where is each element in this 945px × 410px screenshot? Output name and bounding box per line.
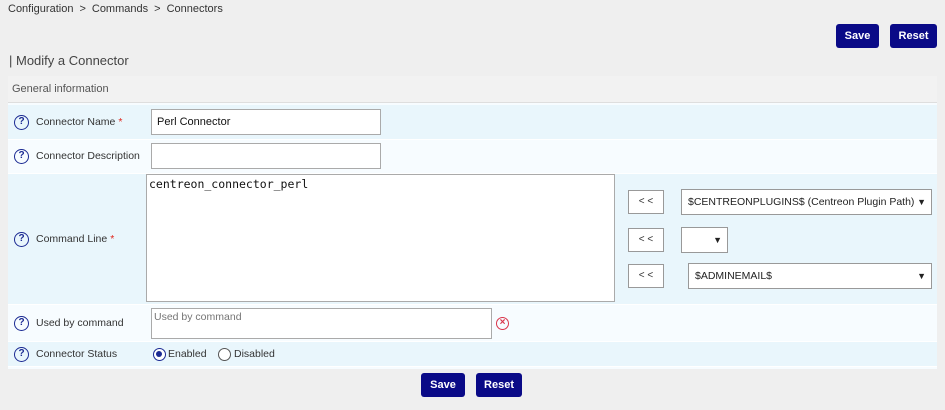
used-by-command-input[interactable] [151, 308, 492, 339]
status-disabled-radio[interactable] [218, 348, 231, 361]
connector-description-input[interactable] [151, 143, 381, 169]
required-mark: * [110, 233, 115, 245]
connector-name-label: Connector Name * [36, 116, 123, 128]
row-command-line: ? Command Line * centreon_connector_perl … [8, 174, 937, 305]
macro-select-1-value: $CENTREONPLUGINS$ (Centreon Plugin Path) [688, 196, 915, 208]
breadcrumb-separator: > [79, 3, 86, 15]
row-connector-status: ? Connector Status Enabled Disabled [8, 342, 937, 367]
chevron-down-icon: ▼ [917, 271, 926, 281]
help-circle-icon[interactable]: ? [14, 232, 29, 247]
breadcrumb: Configuration > Commands > Connectors [8, 3, 223, 15]
page-title: | Modify a Connector [9, 53, 129, 68]
section-header: General information [8, 76, 937, 103]
macro-select-1[interactable]: $CENTREONPLUGINS$ (Centreon Plugin Path)… [681, 189, 932, 215]
chevron-down-icon: ▼ [713, 235, 722, 245]
status-disabled-label[interactable]: Disabled [234, 348, 275, 360]
required-mark: * [118, 116, 123, 128]
macro-select-2[interactable]: ▼ [681, 227, 728, 253]
insert-macro-button-1[interactable]: < < [628, 190, 664, 214]
insert-macro-button-2[interactable]: < < [628, 228, 664, 252]
row-connector-description: ? Connector Description [8, 140, 937, 174]
command-line-textarea[interactable]: centreon_connector_perl [146, 174, 615, 302]
section-title: General information [12, 83, 109, 95]
status-enabled-radio[interactable] [153, 348, 166, 361]
breadcrumb-separator: > [154, 3, 161, 15]
connector-status-label: Connector Status [36, 348, 118, 360]
breadcrumb-item-connectors[interactable]: Connectors [167, 3, 223, 15]
help-circle-icon[interactable]: ? [14, 115, 29, 130]
row-used-by-command: ? Used by command × [8, 305, 937, 342]
delete-circle-icon[interactable]: × [496, 317, 509, 330]
save-button-bottom[interactable]: Save [421, 373, 465, 397]
command-line-label: Command Line * [36, 233, 115, 245]
form-panel: General information ? Connector Name* ? … [8, 76, 937, 369]
connector-name-input[interactable] [151, 109, 381, 135]
breadcrumb-item-configuration[interactable]: Configuration [8, 3, 73, 15]
chevron-down-icon: ▼ [917, 197, 926, 207]
used-by-command-label: Used by command [36, 317, 124, 329]
reset-button-bottom[interactable]: Reset [476, 373, 522, 397]
status-enabled-label[interactable]: Enabled [168, 348, 207, 360]
help-circle-icon[interactable]: ? [14, 316, 29, 331]
help-circle-icon[interactable]: ? [14, 149, 29, 164]
insert-macro-button-3[interactable]: < < [628, 264, 664, 288]
help-circle-icon[interactable]: ? [14, 347, 29, 362]
save-button-top[interactable]: Save [836, 24, 879, 48]
breadcrumb-item-commands[interactable]: Commands [92, 3, 148, 15]
row-connector-name: ? Connector Name * [8, 105, 937, 140]
macro-select-3[interactable]: $ADMINEMAIL$ ▼ [688, 263, 932, 289]
connector-description-label: Connector Description [36, 150, 140, 162]
reset-button-top[interactable]: Reset [890, 24, 937, 48]
macro-select-3-value: $ADMINEMAIL$ [695, 270, 773, 282]
